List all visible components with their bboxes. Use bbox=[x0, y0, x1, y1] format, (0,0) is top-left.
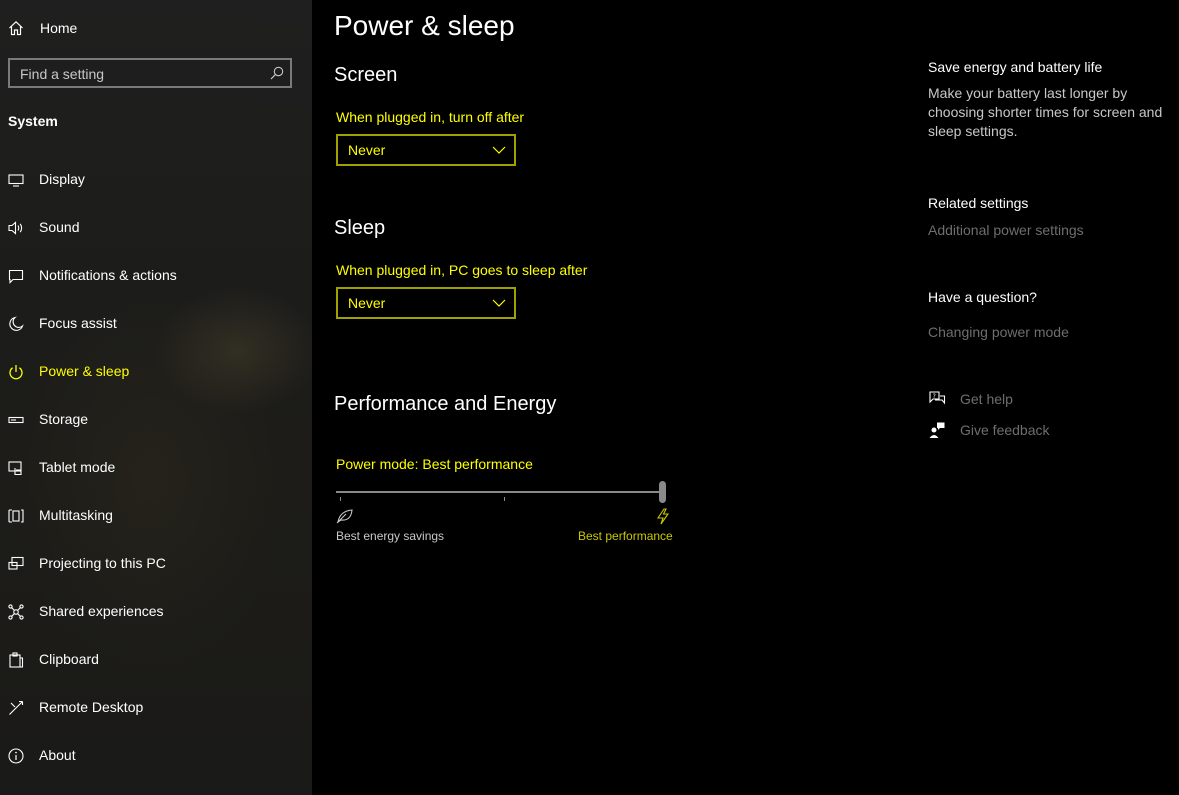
sidebar-item-label: Storage bbox=[39, 411, 89, 427]
sidebar-item-label: Notifications & actions bbox=[39, 267, 177, 283]
sleep-timeout-label: When plugged in, PC goes to sleep after bbox=[336, 262, 588, 278]
moon-icon bbox=[8, 316, 24, 332]
changing-power-mode-link[interactable]: Changing power mode bbox=[928, 324, 1069, 340]
give-feedback-label: Give feedback bbox=[960, 422, 1050, 438]
home-icon bbox=[8, 20, 24, 36]
sidebar-item-label: Projecting to this PC bbox=[39, 555, 166, 571]
info-icon bbox=[8, 748, 24, 764]
clipboard-icon bbox=[8, 652, 24, 668]
projecting-icon bbox=[8, 556, 24, 572]
additional-power-settings-link[interactable]: Additional power settings bbox=[928, 222, 1084, 238]
slider-tick bbox=[340, 497, 341, 501]
chevron-down-icon bbox=[492, 144, 506, 156]
slider-tick bbox=[504, 497, 505, 501]
power-icon bbox=[8, 364, 24, 380]
chevron-down-icon bbox=[492, 297, 506, 309]
storage-icon bbox=[8, 412, 24, 428]
notification-icon bbox=[8, 268, 24, 284]
screen-timeout-value: Never bbox=[348, 142, 386, 158]
remote-desktop-icon bbox=[8, 700, 24, 716]
sidebar-item-tablet-mode[interactable]: Tablet mode bbox=[0, 448, 312, 488]
power-mode-slider-thumb[interactable] bbox=[659, 481, 666, 503]
sidebar: Home System Display Sound Notifications … bbox=[0, 0, 312, 795]
screen-timeout-dropdown[interactable]: Never bbox=[336, 134, 516, 166]
save-energy-description: Make your battery last longer by choosin… bbox=[928, 85, 1163, 139]
save-energy-heading: Save energy and battery life bbox=[928, 59, 1103, 75]
performance-heading: Performance and Energy bbox=[334, 393, 557, 415]
sidebar-item-label: Multitasking bbox=[39, 507, 113, 523]
give-feedback-link[interactable]: Give feedback bbox=[928, 421, 1128, 443]
power-mode-label: Power mode: Best performance bbox=[336, 456, 533, 472]
get-help-link[interactable]: ? Get help bbox=[928, 390, 1128, 412]
sidebar-item-label: Focus assist bbox=[39, 315, 117, 331]
sidebar-item-label: Sound bbox=[39, 219, 80, 235]
sleep-timeout-dropdown[interactable]: Never bbox=[336, 287, 516, 319]
sidebar-item-label: Shared experiences bbox=[39, 603, 164, 619]
sidebar-item-notifications[interactable]: Notifications & actions bbox=[0, 256, 312, 296]
sidebar-item-power-sleep[interactable]: Power & sleep bbox=[0, 352, 312, 392]
help-chat-icon: ? bbox=[928, 390, 946, 408]
sidebar-item-about[interactable]: About bbox=[0, 736, 312, 776]
feedback-icon bbox=[928, 421, 946, 439]
best-energy-savings-caption: Best energy savings bbox=[336, 529, 445, 543]
lightning-icon bbox=[656, 508, 670, 525]
search-input[interactable] bbox=[10, 60, 272, 88]
svg-text:?: ? bbox=[933, 393, 936, 400]
sidebar-item-label: About bbox=[39, 747, 76, 763]
home-label: Home bbox=[40, 20, 78, 36]
sleep-heading: Sleep bbox=[334, 217, 386, 239]
best-performance-caption: Best performance bbox=[578, 529, 673, 543]
sidebar-item-sound[interactable]: Sound bbox=[0, 208, 312, 248]
home-nav-item[interactable]: Home bbox=[0, 12, 312, 44]
search-icon[interactable] bbox=[270, 66, 284, 80]
related-settings-heading: Related settings bbox=[928, 195, 1029, 211]
page-title: Power & sleep bbox=[334, 10, 515, 41]
sidebar-item-label: Remote Desktop bbox=[39, 699, 144, 715]
sidebar-item-clipboard[interactable]: Clipboard bbox=[0, 640, 312, 680]
related-panel: Save energy and battery life Make your b… bbox=[928, 0, 1178, 795]
sleep-timeout-value: Never bbox=[348, 295, 386, 311]
sidebar-item-storage[interactable]: Storage bbox=[0, 400, 312, 440]
get-help-label: Get help bbox=[960, 391, 1013, 407]
tablet-mode-icon bbox=[8, 460, 24, 476]
power-mode-slider-fill bbox=[336, 491, 659, 493]
leaf-icon bbox=[336, 508, 354, 524]
sidebar-item-label: Tablet mode bbox=[39, 459, 116, 475]
have-a-question-heading: Have a question? bbox=[928, 289, 1037, 305]
sidebar-item-focus-assist[interactable]: Focus assist bbox=[0, 304, 312, 344]
sidebar-item-label: Display bbox=[39, 171, 85, 187]
sidebar-item-label: Clipboard bbox=[39, 651, 99, 667]
screen-heading: Screen bbox=[334, 64, 398, 86]
screen-timeout-label: When plugged in, turn off after bbox=[336, 109, 525, 125]
display-icon bbox=[8, 172, 24, 188]
sidebar-item-remote-desktop[interactable]: Remote Desktop bbox=[0, 688, 312, 728]
sidebar-item-shared-experiences[interactable]: Shared experiences bbox=[0, 592, 312, 632]
sidebar-item-display[interactable]: Display bbox=[0, 160, 312, 200]
main-content: Power & sleep Screen When plugged in, tu… bbox=[312, 0, 892, 795]
system-group-label: System bbox=[8, 113, 58, 129]
sidebar-item-multitasking[interactable]: Multitasking bbox=[0, 496, 312, 536]
speaker-icon bbox=[8, 220, 24, 236]
shared-experiences-icon bbox=[8, 604, 24, 620]
sidebar-item-projecting[interactable]: Projecting to this PC bbox=[0, 544, 312, 584]
search-box bbox=[8, 58, 292, 88]
multitasking-icon bbox=[8, 508, 24, 524]
sidebar-item-label: Power & sleep bbox=[39, 363, 130, 379]
